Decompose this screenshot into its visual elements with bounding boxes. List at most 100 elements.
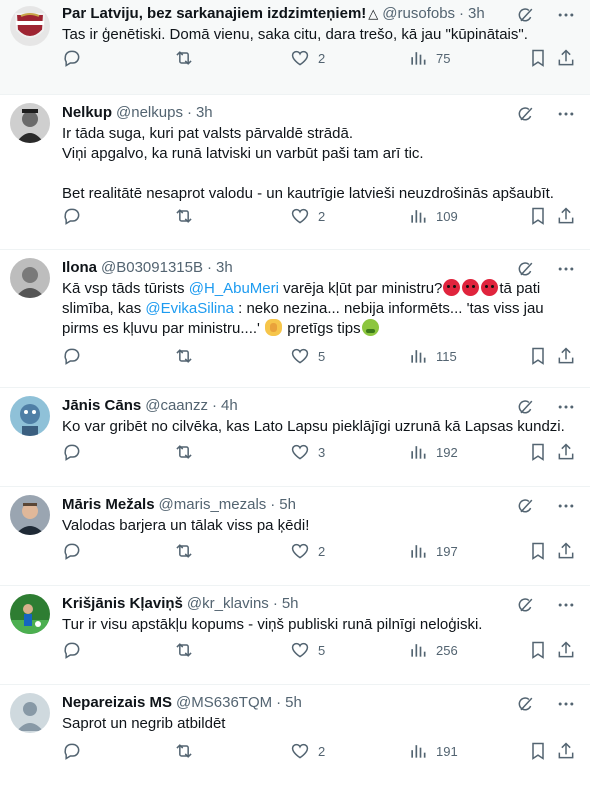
handle[interactable]: @rusofobs (382, 4, 455, 24)
avatar[interactable] (10, 495, 50, 535)
views-count: 75 (436, 50, 451, 66)
tweet[interactable]: Ilona @B03091315B · 3h Kā vsp tāds tūris… (0, 250, 590, 388)
display-name[interactable]: Krišjānis Kļaviņš (62, 594, 183, 614)
like-button[interactable]: 2 (290, 741, 325, 761)
share-button[interactable] (556, 741, 576, 761)
tweet[interactable]: Nelkup @nelkups · 3h Ir tāda suga, kuri … (0, 95, 590, 250)
like-button[interactable]: 5 (290, 640, 325, 660)
more-icon[interactable] (556, 397, 576, 417)
timestamp[interactable]: 5h (279, 495, 296, 515)
grok-icon[interactable] (516, 104, 536, 124)
share-button[interactable] (556, 442, 576, 462)
avatar[interactable] (10, 103, 50, 143)
retweet-button[interactable] (174, 640, 194, 660)
tweet[interactable]: Māris Mežals @maris_mezals · 5h Valodas … (0, 487, 590, 586)
reply-button[interactable] (62, 346, 82, 366)
timestamp[interactable]: 5h (282, 594, 299, 614)
timestamp[interactable]: 5h (285, 693, 302, 713)
handle[interactable]: @MS636TQM (176, 693, 272, 713)
grok-icon[interactable] (516, 397, 536, 417)
bookmark-button[interactable] (528, 640, 548, 660)
reply-button[interactable] (62, 48, 82, 68)
tweet-text: Tas ir ģenētiski. Domā vienu, saka citu,… (62, 26, 528, 43)
views-button[interactable]: 75 (408, 48, 450, 68)
text-part: varēja kļūt par ministru? (278, 280, 443, 297)
retweet-button[interactable] (174, 48, 194, 68)
share-button[interactable] (556, 346, 576, 366)
views-button[interactable]: 197 (408, 541, 458, 561)
handle[interactable]: @nelkups (116, 103, 183, 123)
reply-button[interactable] (62, 442, 82, 462)
timestamp[interactable]: 4h (221, 396, 238, 416)
separator-dot: · (211, 397, 217, 414)
like-button[interactable]: 2 (290, 206, 325, 226)
more-icon[interactable] (556, 104, 576, 124)
avatar[interactable] (10, 6, 50, 46)
more-icon[interactable] (556, 694, 576, 714)
retweet-button[interactable] (174, 442, 194, 462)
like-button[interactable]: 3 (290, 442, 325, 462)
like-button[interactable]: 2 (290, 48, 325, 68)
views-button[interactable]: 109 (408, 206, 458, 226)
views-button[interactable]: 192 (408, 442, 458, 462)
reply-button[interactable] (62, 541, 82, 561)
bookmark-button[interactable] (528, 346, 548, 366)
reply-button[interactable] (62, 741, 82, 761)
display-name[interactable]: Jānis Cāns (62, 396, 141, 416)
reply-button[interactable] (62, 206, 82, 226)
share-button[interactable] (556, 206, 576, 226)
reply-button[interactable] (62, 640, 82, 660)
handle[interactable]: @B03091315B (101, 258, 203, 278)
mention-link[interactable]: @EvikaSilina (145, 300, 234, 317)
views-count: 256 (436, 642, 458, 658)
timestamp[interactable]: 3h (216, 258, 233, 278)
like-button[interactable]: 2 (290, 541, 325, 561)
more-icon[interactable] (556, 496, 576, 516)
retweet-button[interactable] (174, 541, 194, 561)
avatar[interactable] (10, 594, 50, 634)
grok-icon[interactable] (516, 5, 536, 25)
timestamp[interactable]: 3h (468, 4, 485, 24)
display-name[interactable]: Nepareizais MS (62, 693, 172, 713)
tweet[interactable]: Par Latviju, bez sarkanajiem izdzimteņie… (0, 0, 590, 95)
bookmark-button[interactable] (528, 206, 548, 226)
display-name[interactable]: Par Latviju, bez sarkanajiem izdzimteņie… (62, 4, 366, 24)
angry-face-icon (443, 279, 461, 296)
tweet[interactable]: Krišjānis Kļaviņš @kr_klavins · 5h Tur i… (0, 586, 590, 685)
display-name[interactable]: Nelkup (62, 103, 112, 123)
tweet[interactable]: Nepareizais MS @MS636TQM · 5h Saprot un … (0, 685, 590, 791)
retweet-button[interactable] (174, 206, 194, 226)
more-icon[interactable] (556, 5, 576, 25)
tweet[interactable]: Jānis Cāns @caanzz · 4h Ko var gribēt no… (0, 388, 590, 487)
like-button[interactable]: 5 (290, 346, 325, 366)
timestamp[interactable]: 3h (196, 103, 213, 123)
facepalm-icon (265, 319, 283, 336)
bookmark-button[interactable] (528, 442, 548, 462)
bookmark-button[interactable] (528, 741, 548, 761)
avatar[interactable] (10, 396, 50, 436)
mention-link[interactable]: @H_AbuMeri (189, 280, 279, 297)
display-name[interactable]: Māris Mežals (62, 495, 155, 515)
bookmark-button[interactable] (528, 541, 548, 561)
views-button[interactable]: 256 (408, 640, 458, 660)
share-button[interactable] (556, 541, 576, 561)
grok-icon[interactable] (516, 496, 536, 516)
more-icon[interactable] (556, 259, 576, 279)
bookmark-button[interactable] (528, 48, 548, 68)
avatar[interactable] (10, 693, 50, 733)
share-button[interactable] (556, 48, 576, 68)
handle[interactable]: @caanzz (145, 396, 208, 416)
share-button[interactable] (556, 640, 576, 660)
views-button[interactable]: 191 (408, 741, 458, 761)
retweet-button[interactable] (174, 741, 194, 761)
grok-icon[interactable] (516, 259, 536, 279)
avatar[interactable] (10, 258, 50, 298)
handle[interactable]: @kr_klavins (187, 594, 269, 614)
display-name[interactable]: Ilona (62, 258, 97, 278)
views-button[interactable]: 115 (408, 346, 457, 366)
retweet-button[interactable] (174, 346, 194, 366)
handle[interactable]: @maris_mezals (159, 495, 267, 515)
grok-icon[interactable] (516, 694, 536, 714)
grok-icon[interactable] (516, 595, 536, 615)
more-icon[interactable] (556, 595, 576, 615)
